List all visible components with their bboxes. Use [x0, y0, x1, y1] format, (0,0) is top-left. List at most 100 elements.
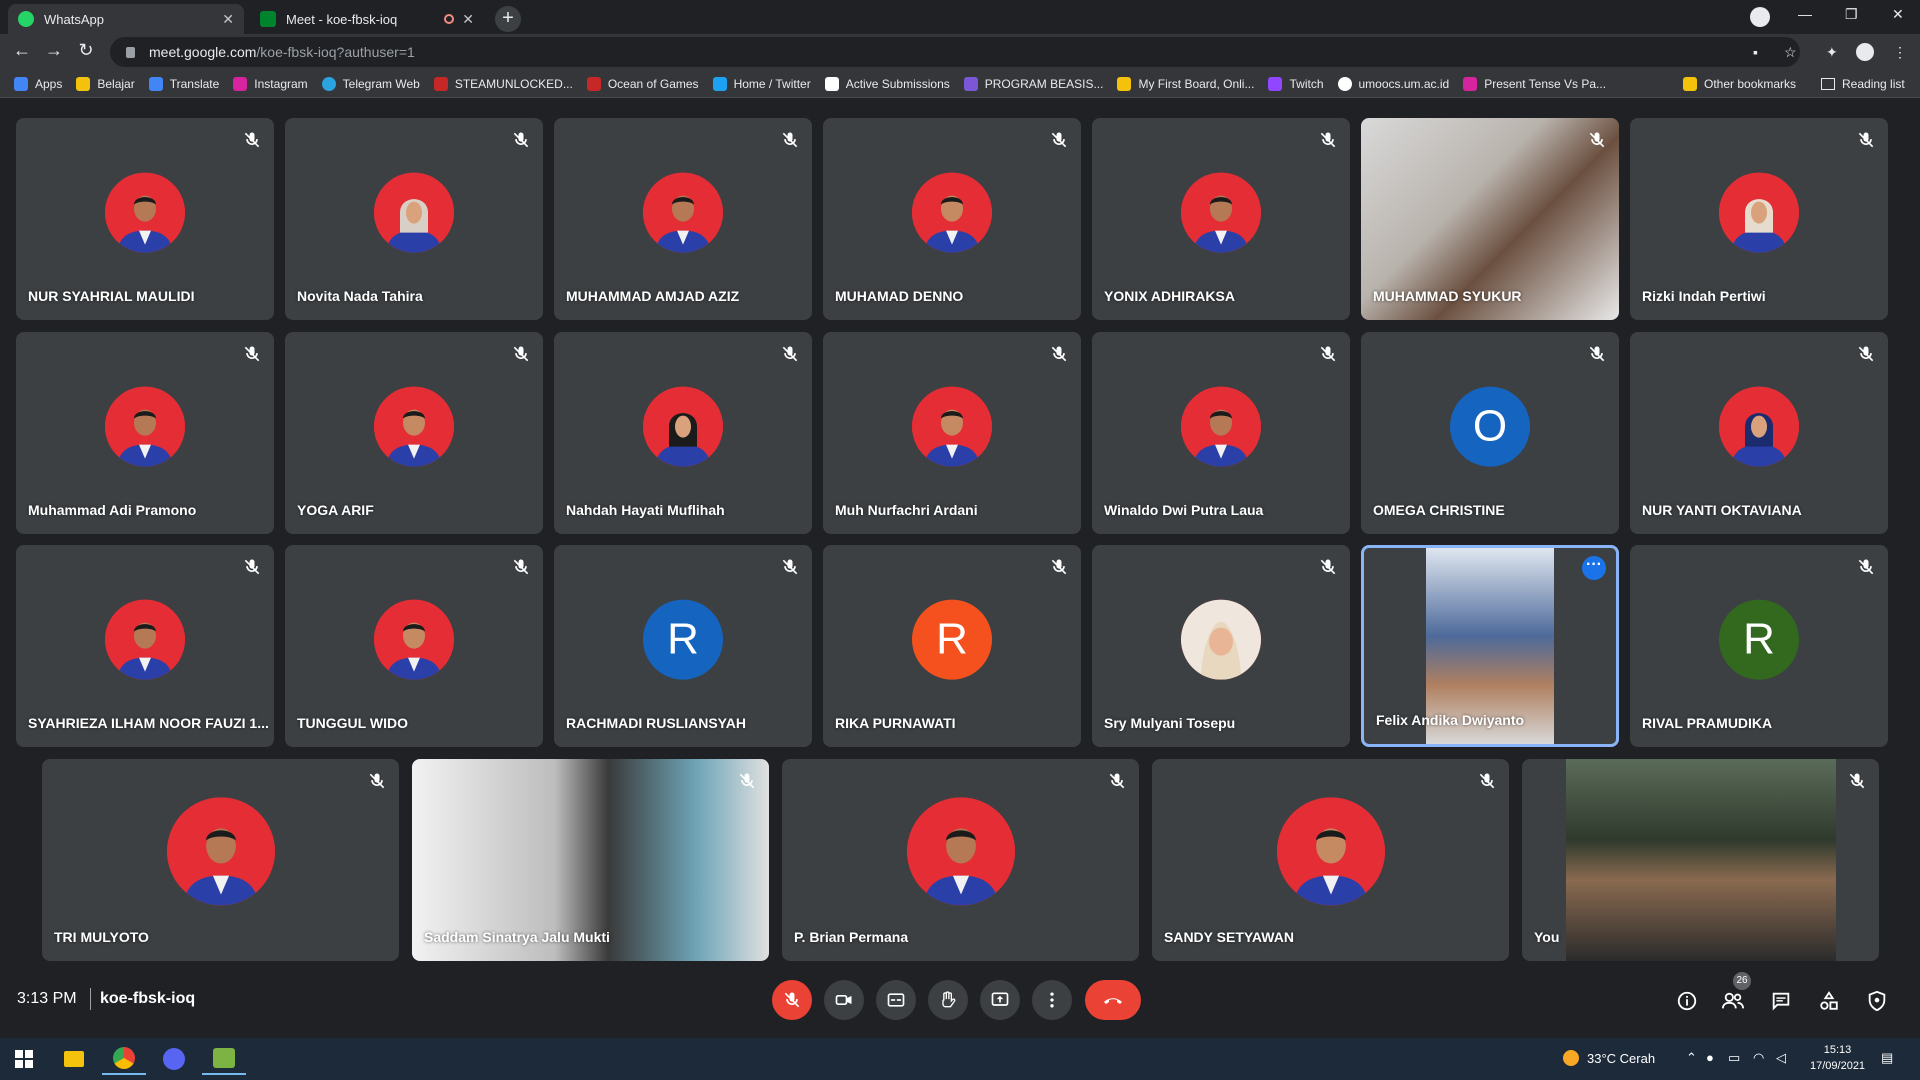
participant-tile[interactable]: Muhammad Adi Pramono	[16, 332, 274, 534]
forward-icon[interactable]: →	[42, 40, 66, 61]
more-options-button[interactable]	[1032, 980, 1072, 1020]
leave-call-button[interactable]	[1085, 980, 1141, 1020]
participant-tile[interactable]: MUHAMAD DENNO	[823, 118, 1081, 320]
address-bar[interactable]: meet.google.com/koe-fbsk-ioq?authuser=1	[110, 37, 1800, 67]
bookmark-item[interactable]: Active Submissions	[824, 76, 950, 91]
participant-tile[interactable]: R RACHMADI RUSLIANSYAH	[554, 545, 812, 747]
close-icon[interactable]: ✕	[462, 11, 474, 28]
participants-button[interactable]	[1720, 988, 1746, 1014]
participant-tile[interactable]: You	[1522, 759, 1879, 961]
bookmark-item[interactable]: Apps	[14, 76, 62, 91]
participant-tile[interactable]: R RIVAL PRAMUDIKA	[1630, 545, 1888, 747]
reading-list-icon	[1821, 78, 1835, 90]
minimize-icon[interactable]: —	[1798, 6, 1812, 22]
extensions-icon[interactable]: ✦	[1826, 44, 1838, 61]
microphone-toggle-button[interactable]	[772, 980, 812, 1020]
profile-icon[interactable]	[1750, 7, 1770, 27]
battery-icon[interactable]: ▭	[1728, 1050, 1740, 1066]
bookmark-star-icon[interactable]: ☆	[1784, 44, 1797, 61]
close-window-icon[interactable]: ✕	[1892, 6, 1904, 23]
bookmark-item[interactable]: PROGRAM BEASIS...	[963, 76, 1103, 91]
participant-tile[interactable]: Winaldo Dwi Putra Laua	[1092, 332, 1350, 534]
participant-tile[interactable]: R RIKA PURNAWATI	[823, 545, 1081, 747]
mic-off-icon	[511, 130, 531, 150]
participant-tile[interactable]: Muh Nurfachri Ardani	[823, 332, 1081, 534]
activities-button[interactable]	[1816, 988, 1842, 1014]
bookmark-label: Belajar	[97, 76, 135, 91]
mic-off-icon	[1318, 557, 1338, 577]
ef-icon	[1463, 76, 1478, 91]
participant-tile[interactable]: P. Brian Permana	[782, 759, 1139, 961]
participant-tile[interactable]: O OMEGA CHRISTINE	[1361, 332, 1619, 534]
start-button[interactable]	[2, 1043, 46, 1075]
account-avatar[interactable]	[1856, 43, 1874, 61]
bookmark-item[interactable]: umoocs.um.ac.id	[1337, 76, 1449, 91]
raise-hand-button[interactable]	[928, 980, 968, 1020]
bookmark-item[interactable]: Instagram	[233, 76, 308, 91]
weather-widget[interactable]: 33°C Cerah	[1563, 1050, 1655, 1066]
participant-tile[interactable]: Sry Mulyani Tosepu	[1092, 545, 1350, 747]
menu-icon[interactable]: ⋮	[1893, 44, 1907, 61]
bookmark-item[interactable]: STEAMUNLOCKED...	[433, 76, 573, 91]
meeting-details-button[interactable]	[1674, 988, 1700, 1014]
participant-tile[interactable]: NUR YANTI OKTAVIANA	[1630, 332, 1888, 534]
participant-tile[interactable]: SANDY SETYAWAN	[1152, 759, 1509, 961]
bookmark-item[interactable]: Present Tense Vs Pa...	[1463, 76, 1606, 91]
chat-button[interactable]	[1768, 988, 1794, 1014]
back-icon[interactable]: ←	[10, 40, 34, 61]
host-controls-button[interactable]	[1864, 988, 1890, 1014]
bookmark-item[interactable]: Home / Twitter	[712, 76, 811, 91]
tab-whatsapp[interactable]: WhatsApp ✕	[8, 4, 244, 34]
bookmark-item[interactable]: Translate	[148, 76, 219, 91]
captions-button[interactable]	[876, 980, 916, 1020]
microphone-tray-icon[interactable]: ●	[1706, 1050, 1714, 1065]
participant-name: SYAHRIEZA ILHAM NOOR FAUZI 1...	[28, 715, 269, 731]
participant-tile[interactable]: Novita Nada Tahira	[285, 118, 543, 320]
bookmark-item[interactable]: Ocean of Games	[586, 76, 699, 91]
participant-tile[interactable]: TRI MULYOTO	[42, 759, 399, 961]
participant-tile[interactable]: TUNGGUL WIDO	[285, 545, 543, 747]
participant-tile[interactable]: Nahdah Hayati Muflihah	[554, 332, 812, 534]
meeting-time: 3:13 PM	[17, 990, 77, 1007]
participant-name: Rizki Indah Pertiwi	[1642, 288, 1766, 304]
taskbar-chrome[interactable]	[102, 1043, 146, 1075]
notifications-icon[interactable]: ▤	[1881, 1050, 1893, 1066]
camera-in-use-icon[interactable]: ▪	[1753, 44, 1758, 60]
mic-off-icon	[1049, 344, 1069, 364]
close-icon[interactable]: ✕	[222, 11, 234, 28]
restore-icon[interactable]: ❐	[1845, 6, 1858, 23]
participant-tile[interactable]: Rizki Indah Pertiwi	[1630, 118, 1888, 320]
more-options-icon[interactable]: ···	[1582, 556, 1606, 580]
participant-tile[interactable]: YOGA ARIF	[285, 332, 543, 534]
avatar: R	[1719, 599, 1799, 680]
participant-tile[interactable]: MUHAMMAD AMJAD AZIZ	[554, 118, 812, 320]
bookmark-item[interactable]: Telegram Web	[321, 76, 420, 91]
mic-off-icon	[1477, 771, 1497, 791]
system-clock[interactable]: 15:13 17/09/2021	[1810, 1042, 1865, 1074]
participant-tile[interactable]: Saddam Sinatrya Jalu Mukti	[412, 759, 769, 961]
taskbar-discord[interactable]	[152, 1043, 196, 1075]
mic-off-icon	[1049, 557, 1069, 577]
participant-tile[interactable]: NUR SYAHRIAL MAULIDI	[16, 118, 274, 320]
bookmark-item[interactable]: Belajar	[76, 76, 135, 91]
bookmark-item[interactable]: Twitch	[1268, 76, 1324, 91]
wifi-icon[interactable]: ◠	[1753, 1050, 1764, 1066]
taskbar-android-app[interactable]	[202, 1043, 246, 1075]
bookmark-item[interactable]: My First Board, Onli...	[1117, 76, 1254, 91]
chevron-up-icon[interactable]: ⌃	[1686, 1050, 1697, 1066]
participant-name: RACHMADI RUSLIANSYAH	[566, 715, 746, 731]
participant-tile[interactable]: MUHAMMAD SYUKUR	[1361, 118, 1619, 320]
participant-tile[interactable]: SYAHRIEZA ILHAM NOOR FAUZI 1...	[16, 545, 274, 747]
participant-tile[interactable]: ··· Felix Andika Dwiyanto	[1361, 545, 1619, 747]
present-screen-button[interactable]	[980, 980, 1020, 1020]
camera-toggle-button[interactable]	[824, 980, 864, 1020]
other-bookmarks[interactable]: Other bookmarks	[1683, 77, 1796, 91]
participant-tile[interactable]: YONIX ADHIRAKSA	[1092, 118, 1350, 320]
reload-icon[interactable]: ↻	[74, 40, 98, 61]
tab-meet[interactable]: Meet - koe-fbsk-ioq ✕	[250, 4, 484, 34]
reading-list[interactable]: Reading list	[1821, 77, 1905, 91]
new-tab-button[interactable]: +	[495, 6, 521, 32]
volume-icon[interactable]: ◁	[1776, 1050, 1786, 1066]
avatar	[643, 386, 723, 467]
taskbar-file-explorer[interactable]	[52, 1043, 96, 1075]
